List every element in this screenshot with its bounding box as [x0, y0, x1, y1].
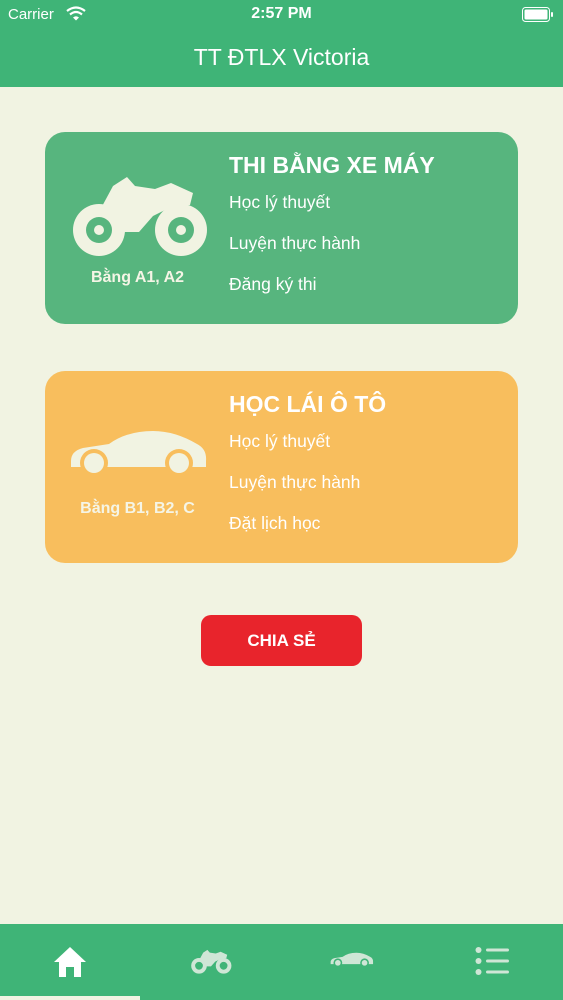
- link-register-exam[interactable]: Đăng ký thi: [229, 274, 317, 295]
- tab-home[interactable]: [0, 924, 140, 1000]
- card-title: THI BẰNG XE MÁY: [229, 152, 435, 178]
- clock: 2:57 PM: [251, 5, 312, 22]
- link-theory[interactable]: Học lý thuyết: [229, 192, 330, 213]
- link-book-lesson[interactable]: Đặt lịch học: [229, 513, 320, 534]
- tab-motorcycle[interactable]: [141, 924, 281, 1000]
- motorcycle-license-card[interactable]: Bằng A1, A2 THI BẰNG XE MÁY Học lý thuyế…: [45, 132, 518, 324]
- car-icon: [330, 952, 374, 968]
- link-practice[interactable]: Luyện thực hành: [229, 472, 360, 493]
- card-caption: Bằng B1, B2, C: [80, 500, 195, 517]
- battery-icon: [522, 7, 553, 22]
- card-title: HỌC LÁI Ô TÔ: [229, 391, 387, 417]
- link-theory[interactable]: Học lý thuyết: [229, 431, 330, 452]
- home-icon: [54, 947, 86, 977]
- car-icon: [71, 431, 207, 477]
- card-caption: Bằng A1, A2: [90, 269, 185, 286]
- list-icon: [475, 947, 509, 975]
- page-title: TT ĐTLX Victoria: [193, 44, 370, 70]
- tab-menu[interactable]: [423, 924, 563, 1000]
- link-practice[interactable]: Luyện thực hành: [229, 233, 360, 254]
- status-bar: Carrier 2:57 PM: [0, 0, 563, 30]
- navigation-bar: TT ĐTLX Victoria: [0, 30, 563, 87]
- tab-car[interactable]: [282, 924, 422, 1000]
- motorcycle-icon: [191, 949, 232, 974]
- motorcycle-icon: [73, 177, 207, 256]
- car-driving-card[interactable]: Bằng B1, B2, C HỌC LÁI Ô TÔ Học lý thuyế…: [45, 371, 518, 563]
- selected-tab-indicator: [0, 996, 140, 1000]
- share-button[interactable]: CHIA SẺ: [201, 615, 362, 666]
- tab-bar: [0, 924, 563, 1000]
